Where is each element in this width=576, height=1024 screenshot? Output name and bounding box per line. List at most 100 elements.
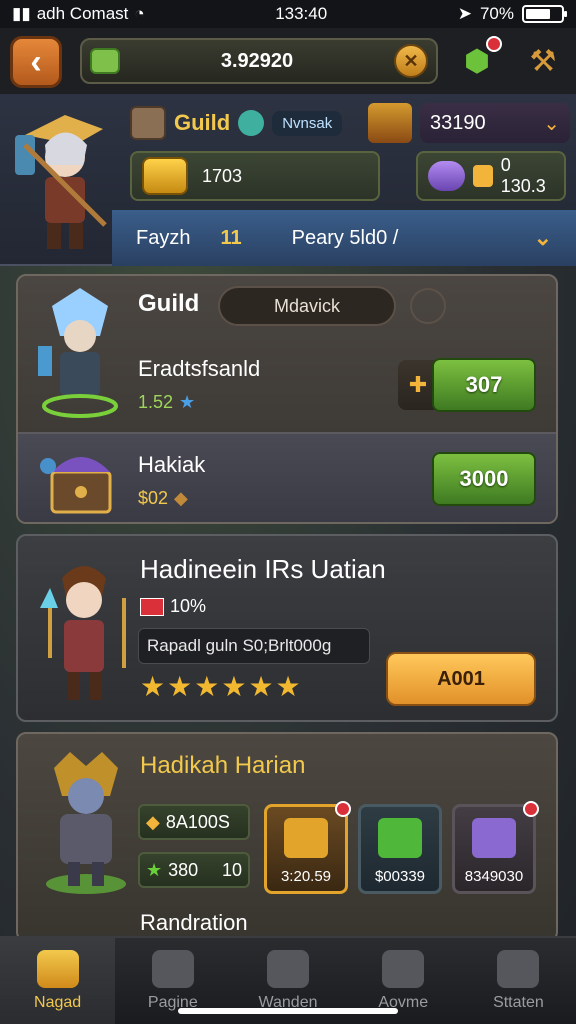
currency-value: 3.92920 [220,49,294,72]
star-icon: ★ [275,671,301,702]
faction-bar[interactable]: Fayzh 11 Peary 5ld0 / ⌄ [112,210,576,266]
star-icon: ★ [179,392,196,412]
currency-bar[interactable]: 3.92920 ✕ [80,38,438,84]
item-sub: $02 ◆ [138,488,188,509]
location-icon: ➤ [457,4,472,23]
player-name: Peary 5ld0 / [291,226,399,249]
guild-card: Guild Mdavick Eradtsfsanld 1.52 ★ ✚ 307 … [16,274,558,524]
star-icon: ★ [146,859,163,880]
reward-tile[interactable]: 3:20.59 [264,801,351,894]
hero-sprite-icon [15,115,107,249]
list-item: Hakiak $02 ◆ 3000 [18,432,556,522]
search-icon [151,950,194,988]
chest-icon [40,457,112,514]
gem-icon [90,48,120,74]
guild-tag: Nvnsak [272,110,343,136]
event-title: Hadineein IRs Uatian [140,554,386,584]
reward-label: 3:20.59 [280,868,332,885]
edit-icon [382,950,425,988]
item-name: Eradtsfsanld [138,356,261,381]
item-sub-value: $02 [138,488,169,508]
gold-ingot-icon [284,818,328,858]
chevron-down-icon[interactable]: ⌄ [534,225,552,251]
notification-badge [523,801,539,817]
back-button[interactable]: ‹ [10,36,62,88]
home-icon [36,950,79,988]
hero-avatar[interactable] [0,94,120,266]
hero-sprite-icon [40,566,126,700]
daily-pill-2: ★ 380 10 [138,852,250,888]
rank-value: 33190 [430,111,486,134]
pickaxe-button[interactable]: ⚒ [520,38,566,84]
guild-search-input[interactable]: Mdavick [218,286,396,326]
daily-title: Hadikah Harian [140,752,306,779]
event-flag: 10% [140,596,206,617]
nav-label: Sttaten [493,994,544,1011]
gold-nugget-icon: ◆ [146,811,160,832]
x-icon[interactable]: ✕ [394,44,428,78]
event-description: Rapadl guln S0;Brlt000g [138,628,370,664]
notification-badge [486,36,502,52]
nav-label: Nagad [34,994,82,1011]
faction-label: Fayzh [136,226,191,249]
home-indicator[interactable] [178,1008,398,1014]
star-icon: ★ [140,671,166,702]
circle-toggle[interactable] [410,288,446,324]
battery-percent: 70% [479,4,514,23]
emblem-icon [238,110,265,136]
signal-icon: ▮▮ [12,4,31,23]
star-rating: ★ ★ ★ ★ ★ ★ [140,670,301,703]
green-gem-icon: ⬢ [463,44,491,78]
hero-sprite-icon [38,288,118,418]
reward-tile[interactable]: 8349030 [452,801,539,894]
guild-card-title: Guild [138,290,200,317]
daily-pill-1-value: 8A100S [165,811,230,832]
nav-item-home[interactable]: Nagad [0,938,116,1024]
list-item: Eradtsfsanld 1.52 ★ ✚ 307 [18,288,556,430]
row1-action-button[interactable]: 307 [432,358,536,412]
key-icon [428,161,466,191]
battery-icon [521,5,567,23]
faction-level: 11 [220,226,242,249]
daily-pill-2-extra: 10 [221,859,242,880]
daily-pill-1: ◆ 8A100S [138,804,250,840]
rewards-button[interactable]: ⬢ [454,36,502,84]
event-card: Hadineein IRs Uatian 10% Rapadl guln S0;… [16,534,558,722]
rank-panel[interactable]: 33190 ⌄ [420,103,570,143]
row2-action-button[interactable]: 3000 [432,452,536,506]
reward-tile[interactable]: $00339 [358,804,442,894]
star-icon: ★ [248,671,274,702]
notification-badge [335,801,351,817]
keys-panel[interactable]: 0 130.3 [416,151,566,201]
event-flag-value: 10% [170,596,207,616]
item-sub: 1.52 ★ [138,392,195,413]
nav-item-settings[interactable]: Sttaten [461,938,576,1024]
ore-icon: ◆ [174,488,188,508]
gold-coin-icon [142,157,188,195]
star-icon: ★ [221,671,247,702]
status-time: 133:40 [275,4,328,23]
reward-label: 8349030 [464,868,524,885]
star-icon: ★ [194,671,220,702]
star-icon: ★ [167,671,193,702]
coins-value: 1703 [202,165,243,186]
status-bar: ▮▮ adh Comast ◔ 133:40 ➤ 70% [0,0,576,28]
daily-subtitle: Randration [140,910,248,935]
event-claim-button[interactable]: A001 [386,652,536,706]
item-name: Hakiak [138,452,206,477]
hero-sprite-icon [46,752,126,894]
flag-icon [140,597,164,616]
guild-label: Guild [174,110,231,135]
globe-icon [267,950,309,988]
reward-label: $00339 [374,868,426,885]
item-sub-value: 1.52 [138,392,174,412]
crest-icon[interactable] [368,103,412,143]
gear-icon [497,950,540,988]
green-gem-icon [378,818,422,858]
coins-panel[interactable]: 1703 [130,151,380,201]
carrier-label: adh Comast [36,4,129,23]
wifi-icon: ◔ [134,4,145,23]
hero-header: Guild Nvnsak 33190 ⌄ 1703 0 130.3 Fayzh … [0,94,576,266]
guild-icon [130,106,166,140]
pickaxe-icon: ⚒ [529,44,557,78]
